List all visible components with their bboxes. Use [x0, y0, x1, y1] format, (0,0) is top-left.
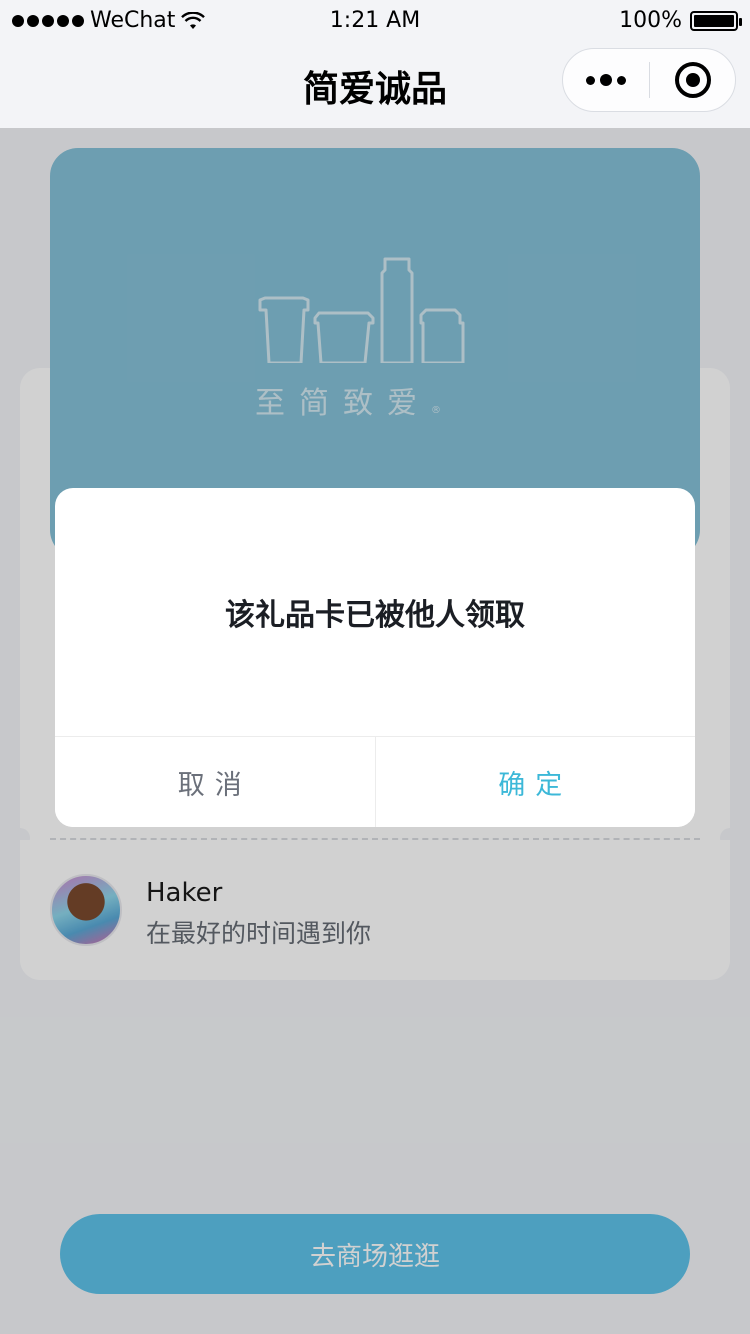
more-dots-icon — [586, 75, 595, 85]
battery-percent: 100% — [619, 8, 682, 33]
dialog-footer: 取消 确定 — [55, 736, 695, 827]
status-right: 100% — [619, 8, 742, 33]
close-button[interactable] — [650, 49, 735, 111]
confirm-button[interactable]: 确定 — [375, 737, 695, 827]
dialog-body: 该礼品卡已被他人领取 — [55, 488, 695, 736]
mini-program-capsule — [562, 48, 736, 112]
status-bar: WeChat 1:21 AM 100% — [0, 0, 750, 42]
alert-dialog: 该礼品卡已被他人领取 取消 确定 — [55, 488, 695, 827]
more-button[interactable] — [563, 49, 649, 111]
dialog-message: 该礼品卡已被他人领取 — [225, 598, 525, 633]
battery-icon — [690, 10, 742, 31]
nav-bar: 简爱诚品 — [0, 42, 750, 128]
target-icon — [674, 62, 711, 98]
cancel-button[interactable]: 取消 — [55, 737, 376, 827]
